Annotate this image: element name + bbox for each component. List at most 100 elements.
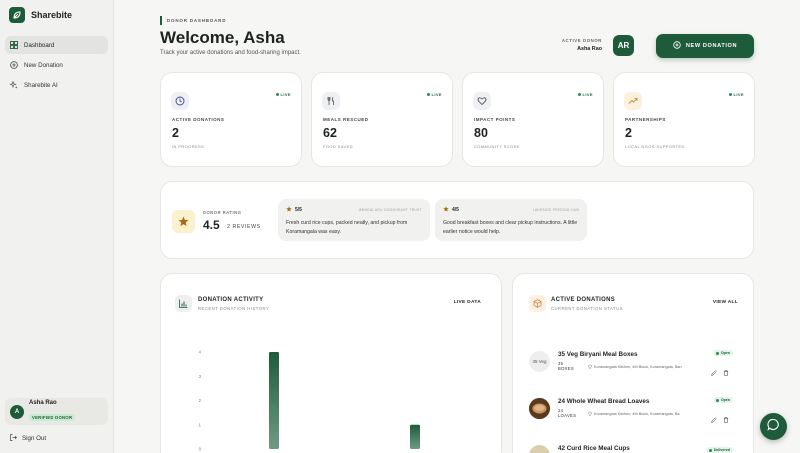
sidebar-item-new-donation[interactable]: New Donation: [5, 56, 108, 74]
review-card: 5/5 BENGALURU GOODHEART TRUST Fresh curd…: [278, 199, 430, 241]
sidebar: Sharebite Dashboard New Donation Sharebi…: [0, 0, 114, 453]
review-score-value: 4/5: [452, 207, 459, 213]
donation-row[interactable]: 42 Curd Rice Meal Cups Delivered: [529, 445, 739, 453]
review-text: Good breakfast boxes and clear pickup in…: [443, 220, 578, 235]
status-label: Open: [720, 398, 730, 402]
donation-location: Koramangala Kitchen, 4th Block, Koramang…: [588, 411, 679, 417]
stat-card-active-donations: LIVE ACTIVE DONATIONS 2 IN PROGRESS: [160, 72, 302, 167]
grid-icon: [10, 41, 18, 49]
sign-out-button[interactable]: Sign Out: [10, 434, 46, 443]
donation-activity-card: DONATION ACTIVITY RECENT DONATION HISTOR…: [160, 273, 502, 453]
review-score: 4/5: [443, 206, 459, 214]
donation-title: 42 Curd Rice Meal Cups: [558, 445, 630, 452]
stat-sub: IN PROGRESS: [172, 144, 205, 149]
trend-icon: [624, 92, 642, 110]
chart-bar[interactable]: [269, 352, 279, 449]
donation-qty-unit: BOXES: [558, 366, 574, 371]
stat-card-meals-rescued: LIVE MEALS RESCUED 62 FOOD SAVED: [311, 72, 453, 167]
status-label: Delivered: [713, 448, 730, 452]
live-label: LIVE: [733, 92, 744, 97]
live-label: LIVE: [582, 92, 593, 97]
stat-value: 2: [625, 126, 632, 140]
edit-icon[interactable]: [711, 363, 717, 381]
stat-value: 2: [172, 126, 179, 140]
box-icon: [529, 295, 546, 312]
sidebar-item-label: Sharebite AI: [24, 81, 58, 89]
live-dot: [275, 93, 279, 96]
review-score-value: 5/5: [295, 207, 302, 213]
sidebar-nav: Dashboard New Donation Sharebite AI: [5, 36, 108, 96]
status-label: Open: [720, 351, 730, 355]
heart-icon: [473, 92, 491, 110]
status-badge: Open: [713, 397, 733, 403]
star-icon: [172, 210, 195, 233]
user-name: Asha Rao: [29, 399, 57, 406]
donation-row[interactable]: 35 Veg 35 Veg Biryani Meal Boxes 35 BOXE…: [529, 350, 739, 381]
view-all-link[interactable]: VIEW ALL: [713, 300, 738, 305]
location-text: Koramangala Kitchen, 4th Block, Koramang…: [594, 365, 682, 369]
donor-rating-card: DONOR RATING 4.5 2 REVIEWS 5/5 BENGALURU…: [160, 181, 754, 259]
user-card[interactable]: A Asha Rao VERIFIED DONOR: [5, 398, 108, 425]
brand[interactable]: Sharebite: [9, 7, 72, 23]
eyebrow: DONOR DASHBOARD: [160, 16, 226, 25]
y-tick-label: 0: [199, 447, 202, 452]
donor-meta: ACTIVE DONOR Asha Rao: [562, 38, 602, 52]
donation-quantity: 24 LOAVES: [558, 408, 576, 418]
donor-meta-name: Asha Rao: [577, 46, 602, 52]
header-avatar[interactable]: AR: [613, 35, 634, 56]
review-author: LAKESIDE FEEDING HUB: [532, 208, 579, 212]
live-dot: [728, 93, 732, 96]
stat-value: 62: [323, 126, 337, 140]
sidebar-item-sharebite-ai[interactable]: Sharebite AI: [5, 76, 108, 94]
donation-thumbnail: [529, 445, 550, 453]
sign-out-label: Sign Out: [22, 435, 47, 442]
donation-quantity: 35 BOXES: [558, 361, 574, 371]
chat-bubble-icon: [767, 418, 780, 436]
status-badge: Open: [713, 350, 733, 356]
page-title: Welcome, Asha: [160, 28, 285, 47]
chart-bar[interactable]: [410, 424, 420, 449]
live-badge: LIVE: [275, 92, 292, 97]
rating-count: 2 REVIEWS: [227, 224, 261, 230]
chat-button[interactable]: [760, 413, 787, 440]
card-subtitle: CURRENT DONATION STATUS: [551, 306, 623, 311]
donation-row[interactable]: 24 Whole Wheat Bread Loaves 24 LOAVES Ko…: [529, 397, 739, 428]
stat-label: ACTIVE DONATIONS: [172, 117, 225, 122]
stat-sub: LOCAL NGOS SUPPORTED: [625, 144, 685, 149]
status-dot: [716, 351, 720, 355]
stat-sub: FOOD SAVED: [323, 144, 353, 149]
sign-out-icon: [10, 434, 17, 443]
star-icon: [286, 206, 292, 214]
donation-location: Koramangala Kitchen, 4th Block, Koramang…: [588, 364, 682, 370]
utensils-icon: [322, 92, 340, 110]
donation-actions: [711, 410, 729, 428]
verified-badge: VERIFIED DONOR: [29, 413, 76, 421]
donation-qty-unit: LOAVES: [558, 413, 577, 418]
y-tick-label: 2: [199, 398, 202, 403]
donation-title: 24 Whole Wheat Bread Loaves: [558, 398, 650, 405]
avatar: A: [10, 404, 24, 419]
star-icon: [443, 206, 449, 214]
donation-actions: [711, 363, 729, 381]
sparkle-icon: [10, 81, 18, 89]
location-text: Koramangala Kitchen, 4th Block, Koramang…: [594, 412, 680, 416]
plus-circle-icon: [10, 61, 18, 69]
brand-name: Sharebite: [31, 10, 73, 20]
active-donations-card: ACTIVE DONATIONS CURRENT DONATION STATUS…: [512, 273, 754, 453]
status-dot: [716, 398, 720, 402]
trash-icon[interactable]: [723, 410, 729, 428]
sidebar-item-label: New Donation: [24, 61, 63, 69]
edit-icon[interactable]: [711, 410, 717, 428]
new-donation-button[interactable]: NEW DONATION: [656, 34, 754, 58]
live-badge: LIVE: [728, 92, 745, 97]
sidebar-item-dashboard[interactable]: Dashboard: [5, 36, 108, 54]
trash-icon[interactable]: [723, 363, 729, 381]
eyebrow-accent: [160, 16, 162, 25]
stat-card-partnerships: LIVE PARTNERSHIPS 2 LOCAL NGOS SUPPORTED: [613, 72, 755, 167]
sidebar-item-label: Dashboard: [24, 41, 55, 49]
stat-card-impact-points: LIVE IMPACT POINTS 80 COMMUNITY SCORE: [462, 72, 604, 167]
donation-thumbnail: [529, 398, 550, 419]
review-author: BENGALURU GOODHEART TRUST: [359, 208, 422, 212]
review-card: 4/5 LAKESIDE FEEDING HUB Good breakfast …: [435, 199, 587, 241]
donation-activity-chart: 0 1 2 3 4: [199, 350, 420, 452]
